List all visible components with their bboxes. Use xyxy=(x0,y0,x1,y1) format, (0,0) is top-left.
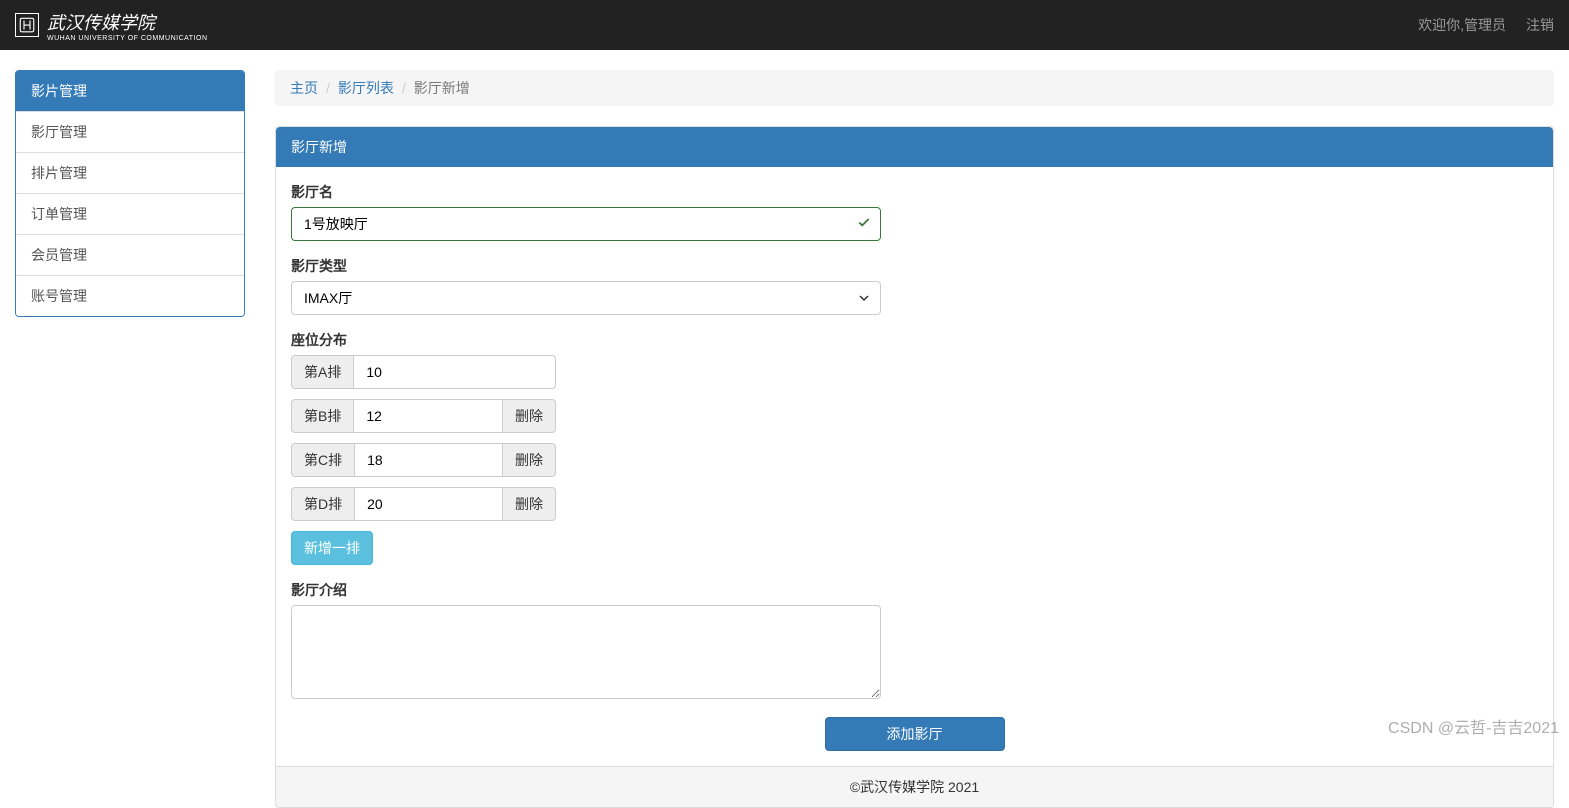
breadcrumb-home[interactable]: 主页 xyxy=(290,78,318,98)
sidebar-item-schedule[interactable]: 排片管理 xyxy=(16,152,244,193)
breadcrumb-current: 影厅新增 xyxy=(394,78,470,98)
sidebar: 影片管理 影厅管理 排片管理 订单管理 会员管理 账号管理 xyxy=(15,70,245,808)
delete-row-button[interactable]: 删除 xyxy=(503,399,556,433)
seat-row-input[interactable] xyxy=(353,355,556,389)
seat-row-input[interactable] xyxy=(354,443,503,477)
seat-row: 第A排 xyxy=(291,355,556,389)
brand-subtitle: WUHAN UNIVERSITY OF COMMUNICATION xyxy=(47,35,208,42)
seat-row-input[interactable] xyxy=(353,399,503,433)
hall-name-label: 影厅名 xyxy=(291,182,1538,202)
seat-row-input[interactable] xyxy=(354,487,503,521)
main-content: 主页 影厅列表 影厅新增 影厅新增 影厅名 影厅类型 xyxy=(275,70,1554,808)
hall-name-input[interactable] xyxy=(291,207,881,241)
sidebar-item-member[interactable]: 会员管理 xyxy=(16,234,244,275)
hall-type-label: 影厅类型 xyxy=(291,256,1538,276)
delete-row-button[interactable]: 删除 xyxy=(503,487,556,521)
brand-title: 武汉传媒学院 xyxy=(47,13,155,33)
add-row-button[interactable]: 新增一排 xyxy=(291,531,373,565)
hall-intro-textarea[interactable] xyxy=(291,605,881,699)
seat-row-label: 第D排 xyxy=(291,487,354,521)
sidebar-item-order[interactable]: 订单管理 xyxy=(16,193,244,234)
breadcrumb: 主页 影厅列表 影厅新增 xyxy=(275,70,1554,106)
brand-logo-icon xyxy=(15,13,39,37)
logout-link[interactable]: 注销 xyxy=(1526,15,1554,35)
seat-layout-label: 座位分布 xyxy=(291,330,1538,350)
hall-intro-label: 影厅介绍 xyxy=(291,580,1538,600)
delete-row-button[interactable]: 删除 xyxy=(503,443,556,477)
sidebar-heading: 影片管理 xyxy=(16,71,244,111)
breadcrumb-list[interactable]: 影厅列表 xyxy=(338,78,394,98)
seat-row: 第B排 删除 xyxy=(291,399,556,433)
seat-row-label: 第C排 xyxy=(291,443,354,477)
seat-row-label: 第A排 xyxy=(291,355,353,389)
footer-copyright: ©武汉传媒学院 2021 xyxy=(276,766,1553,807)
seat-row: 第C排 删除 xyxy=(291,443,556,477)
check-icon xyxy=(857,216,871,233)
seat-row-label: 第B排 xyxy=(291,399,353,433)
sidebar-item-hall[interactable]: 影厅管理 xyxy=(16,111,244,152)
sidebar-item-account[interactable]: 账号管理 xyxy=(16,275,244,316)
form-panel-title: 影厅新增 xyxy=(276,127,1553,167)
seat-row: 第D排 删除 xyxy=(291,487,556,521)
navbar: 武汉传媒学院 WUHAN UNIVERSITY OF COMMUNICATION… xyxy=(0,0,1569,50)
brand[interactable]: 武汉传媒学院 WUHAN UNIVERSITY OF COMMUNICATION xyxy=(15,9,208,42)
welcome-link[interactable]: 欢迎你,管理员 xyxy=(1418,15,1506,35)
hall-type-select[interactable]: IMAX厅 xyxy=(291,281,881,315)
